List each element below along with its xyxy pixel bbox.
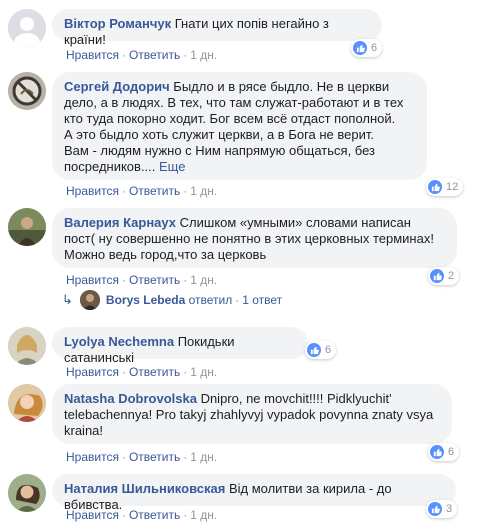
avatar[interactable] bbox=[8, 208, 46, 246]
comment-author[interactable]: Lyolya Nechemna bbox=[64, 334, 174, 349]
reply-link[interactable]: Ответить bbox=[129, 365, 180, 379]
like-icon bbox=[428, 502, 442, 516]
reply-count: 1 ответ bbox=[242, 293, 283, 307]
comment-actions: Нравится · Ответить · 1 дн. bbox=[66, 508, 218, 522]
comment-time[interactable]: 1 дн. bbox=[190, 273, 217, 287]
reaction-number: 6 bbox=[325, 344, 332, 356]
no-entry-avatar-icon bbox=[8, 72, 46, 110]
reply-arrow-icon: ↳ bbox=[62, 292, 73, 307]
like-link[interactable]: Нравится bbox=[66, 184, 119, 198]
like-icon bbox=[428, 180, 442, 194]
comment-bubble: Валерия Карнаух Слишком «умными» словами… bbox=[52, 208, 457, 268]
reaction-number: 2 bbox=[448, 270, 455, 282]
comment-time[interactable]: 1 дн. bbox=[190, 508, 217, 522]
photo-avatar-icon bbox=[8, 384, 46, 422]
like-icon bbox=[353, 41, 367, 55]
comment-actions: Нравится · Ответить · 1 дн. bbox=[66, 273, 218, 287]
reply-link[interactable]: Ответить bbox=[129, 48, 180, 62]
reaction-count[interactable]: 6 bbox=[305, 341, 337, 359]
reply-thread-link[interactable]: ↳ Borys Lebeda ответил · 1 ответ bbox=[62, 290, 282, 310]
like-icon bbox=[307, 343, 321, 357]
avatar[interactable] bbox=[8, 327, 46, 365]
default-avatar-icon bbox=[8, 9, 46, 47]
avatar bbox=[79, 290, 100, 310]
comment-time[interactable]: 1 дн. bbox=[190, 184, 217, 198]
reaction-number: 3 bbox=[446, 503, 453, 515]
comment-actions: Нравится · Ответить · 1 дн. bbox=[66, 48, 218, 62]
like-link[interactable]: Нравится bbox=[66, 365, 119, 379]
reaction-number: 6 bbox=[448, 446, 455, 458]
comment-bubble: Наталия Шильниковская Від молитви за кир… bbox=[52, 474, 456, 512]
comment-time[interactable]: 1 дн. bbox=[190, 48, 217, 62]
comment-bubble: Lyolya Nechemna Покидьки сатанинські bbox=[52, 327, 308, 365]
comment-author[interactable]: Валерия Карнаух bbox=[64, 215, 176, 230]
comment-author[interactable]: Сергей Додорич bbox=[64, 79, 170, 94]
photo-avatar-icon bbox=[8, 474, 46, 512]
like-link[interactable]: Нравится bbox=[66, 48, 119, 62]
reply-action: ответил bbox=[188, 293, 233, 307]
photo-avatar-icon bbox=[8, 327, 46, 365]
comment-bubble: Natasha Dobrovolska Dnipro, ne movchit!!… bbox=[52, 384, 452, 444]
comment-bubble: Віктор Романчук Гнати цих попів негайно … bbox=[52, 9, 382, 47]
comment-time[interactable]: 1 дн. bbox=[190, 365, 217, 379]
like-link[interactable]: Нравится bbox=[66, 450, 119, 464]
reaction-count[interactable]: 3 bbox=[426, 500, 458, 518]
like-link[interactable]: Нравится bbox=[66, 508, 119, 522]
comment-actions: Нравится · Ответить · 1 дн. bbox=[66, 184, 218, 198]
comment-author[interactable]: Наталия Шильниковская bbox=[64, 481, 225, 496]
like-icon bbox=[430, 445, 444, 459]
comment-author[interactable]: Віктор Романчук bbox=[64, 16, 171, 31]
avatar[interactable] bbox=[8, 474, 46, 512]
reply-link[interactable]: Ответить bbox=[129, 508, 180, 522]
reply-link[interactable]: Ответить bbox=[129, 450, 180, 464]
avatar[interactable] bbox=[8, 9, 46, 47]
reply-link[interactable]: Ответить bbox=[129, 273, 180, 287]
comment-author[interactable]: Natasha Dobrovolska bbox=[64, 391, 197, 406]
reaction-number: 12 bbox=[446, 181, 459, 193]
reaction-count[interactable]: 6 bbox=[428, 443, 460, 461]
see-more-link[interactable]: Еще bbox=[159, 159, 185, 174]
like-link[interactable]: Нравится bbox=[66, 273, 119, 287]
reaction-number: 6 bbox=[371, 42, 378, 54]
comment-actions: Нравится · Ответить · 1 дн. bbox=[66, 450, 218, 464]
like-icon bbox=[430, 269, 444, 283]
avatar[interactable] bbox=[8, 72, 46, 110]
comment-actions: Нравится · Ответить · 1 дн. bbox=[66, 365, 218, 379]
reaction-count[interactable]: 2 bbox=[428, 267, 460, 285]
comment-bubble: Сергей Додорич Быдло и в рясе быдло. Не … bbox=[52, 72, 427, 180]
reaction-count[interactable]: 12 bbox=[426, 178, 464, 196]
avatar[interactable] bbox=[8, 384, 46, 422]
photo-avatar-icon bbox=[8, 208, 46, 246]
reply-link[interactable]: Ответить bbox=[129, 184, 180, 198]
reply-author: Borys Lebeda bbox=[105, 293, 186, 307]
reaction-count[interactable]: 6 bbox=[351, 39, 383, 57]
comment-time[interactable]: 1 дн. bbox=[190, 450, 217, 464]
